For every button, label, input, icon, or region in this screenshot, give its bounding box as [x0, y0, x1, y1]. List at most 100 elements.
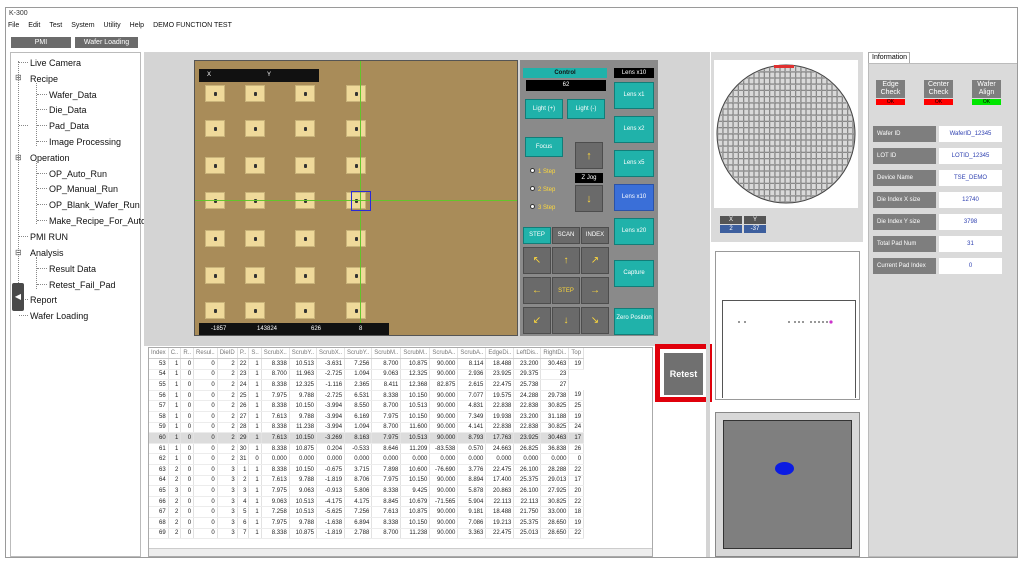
tab-information[interactable]: Information [868, 52, 910, 63]
step2-radio[interactable]: 2 Step [530, 186, 555, 193]
retest-button[interactable]: Retest [664, 353, 703, 395]
table-row[interactable]: 66 2 0 0 3 4 1 9.063 10.513 -4.175 4.175 8.845 10.67… [149, 496, 585, 508]
tree-item-image-processing[interactable]: Image Processing [49, 137, 121, 147]
table-row[interactable]: 67 2 0 0 3 5 1 7.258 10.513 -5.625 7.256 7.613 10.87… [149, 506, 585, 518]
column-header[interactable]: ScrubM.. [371, 348, 402, 360]
lens-x2-button[interactable]: Lens x2 [614, 116, 654, 143]
jog-down-button[interactable]: ↓ [552, 307, 580, 334]
tree-item-wafer-loading[interactable]: Wafer Loading [30, 311, 88, 321]
table-row[interactable]: 62 1 0 0 2 31 0 0.000 0.000 0.000 0.000 0.000 0.000 0… [149, 453, 585, 466]
column-header[interactable]: Resul.. [193, 348, 218, 360]
tree-item-retest-fail-pad[interactable]: Retest_Fail_Pad [49, 280, 116, 290]
tree-item-die-data[interactable]: Die_Data [49, 105, 87, 115]
table-row[interactable]: 60 1 0 0 2 29 1 7.613 10.150 -3.269 8.163 7.975 10.5… [149, 432, 585, 444]
jog-left-button[interactable]: ← [523, 277, 551, 304]
tree-item-result-data[interactable]: Result Data [49, 264, 96, 274]
light-plus-button[interactable]: Light (+) [525, 99, 563, 119]
index-mode-button[interactable]: INDEX [581, 227, 609, 244]
menu-file[interactable]: File [8, 22, 19, 29]
column-header[interactable]: P.. [237, 348, 250, 360]
column-header[interactable]: ScrubM.. [400, 348, 431, 360]
collapse-icon[interactable]: ⊟ [15, 248, 22, 257]
tree-item-report[interactable]: Report [30, 295, 57, 305]
z-up-button[interactable]: ↑ [575, 142, 603, 169]
column-header[interactable]: S.. [248, 348, 262, 360]
z-down-button[interactable]: ↓ [575, 185, 603, 212]
column-header[interactable]: Index [149, 348, 169, 360]
tree-item-op-auto-run[interactable]: OP_Auto_Run [49, 169, 107, 179]
jog-up-right-button[interactable]: ↗ [581, 247, 609, 274]
table-row[interactable]: 63 2 0 0 3 1 1 8.338 10.150 -0.675 3.715 7.898 10.60… [149, 464, 585, 476]
column-header[interactable]: ScrubY.. [344, 348, 373, 360]
scan-mode-button[interactable]: SCAN [552, 227, 580, 244]
tree-item-operation[interactable]: Operation [30, 153, 70, 163]
table-row[interactable]: 56 1 0 0 2 25 1 7.975 9.788 -2.725 6.531 8.338 10.15… [149, 390, 585, 402]
column-header[interactable]: ScrubA.. [429, 348, 459, 360]
column-header[interactable]: ScrubX.. [261, 348, 290, 360]
table-row[interactable]: 59 1 0 0 2 28 1 8.338 11.238 -3.994 1.094 8.700 11.6… [149, 422, 585, 434]
table-row[interactable]: 54 1 0 0 2 23 1 8.700 11.963 -2.725 1.094 9.063 12.3… [149, 369, 584, 381]
wafer-loading-button[interactable]: Wafer Loading [75, 37, 138, 48]
column-header[interactable]: Top [568, 348, 585, 360]
column-header[interactable]: R.. [180, 348, 195, 360]
jog-up-left-button[interactable]: ↖ [523, 247, 551, 274]
column-header[interactable]: ScrubA.. [457, 348, 487, 360]
lens-x10-button[interactable]: Lens x10 [614, 184, 654, 211]
tree-item-op-manual-run[interactable]: OP_Manual_Run [49, 184, 118, 194]
menu-system[interactable]: System [71, 22, 94, 29]
zero-position-button[interactable]: Zero Position [614, 308, 654, 335]
jog-down-right-button[interactable]: ↘ [581, 307, 609, 334]
tree-item-recipe[interactable]: Recipe [30, 74, 58, 84]
tree-item-pmi-run[interactable]: PMI RUN [30, 232, 68, 242]
result-data-grid[interactable]: Index C.. R.. Resul.. DieID P.. S.. ScrubX.. Scr… [148, 347, 653, 557]
pmi-button[interactable]: PMI [11, 37, 71, 48]
table-row[interactable]: 65 3 0 0 3 3 1 7.975 9.063 -0.913 5.806 8.338 9.425 9… [149, 485, 585, 497]
jog-right-button[interactable]: → [581, 277, 609, 304]
table-row[interactable]: 69 2 0 0 3 7 1 8.338 10.875 -1.819 2.788 8.700 11.23… [149, 528, 585, 540]
column-header[interactable]: ScrubX.. [316, 348, 346, 360]
tree-item-live-camera[interactable]: Live Camera [30, 58, 81, 68]
focus-button[interactable]: Focus [525, 137, 563, 157]
tree-item-op-blank-wafer-run[interactable]: OP_Blank_Wafer_Run [49, 200, 140, 210]
table-row[interactable]: 57 1 0 0 2 26 1 8.338 10.150 -3.994 8.550 8.700 10.5… [149, 400, 585, 413]
step3-radio[interactable]: 3 Step [530, 204, 555, 211]
tree-item-pad-data[interactable]: Pad_Data [49, 121, 89, 131]
wafer-map[interactable] [714, 60, 858, 208]
lens-x5-button[interactable]: Lens x5 [614, 150, 654, 177]
column-header[interactable]: RightDi.. [540, 348, 570, 360]
column-header[interactable]: LeftDis.. [513, 348, 542, 360]
column-header[interactable]: DieID [217, 348, 238, 360]
collapse-panel-button[interactable]: ◀ [12, 283, 24, 311]
menu-demo-function-test[interactable]: DEMO FUNCTION TEST [153, 22, 232, 29]
horizontal-scrollbar[interactable] [149, 548, 652, 556]
column-header[interactable]: C.. [168, 348, 182, 360]
capture-button[interactable]: Capture [614, 260, 654, 287]
step-mode-button[interactable]: STEP [523, 227, 551, 244]
table-row[interactable]: 68 2 0 0 3 6 1 7.975 9.788 -1.638 6.894 8.338 10.150… [149, 517, 585, 529]
column-header[interactable]: EdgeDi.. [485, 348, 515, 360]
table-row[interactable]: 55 1 0 0 2 24 1 8.338 12.325 -1.116 2.365 8.411 12.3… [149, 379, 584, 391]
table-row[interactable]: 58 1 0 0 2 27 1 7.613 9.788 -3.994 6.169 7.975 10.15… [149, 411, 585, 423]
table-row[interactable]: 61 1 0 0 2 30 1 8.338 10.875 0.204 -0.533 8.646 11.2… [149, 443, 585, 455]
jog-down-left-button[interactable]: ↙ [523, 307, 551, 334]
column-header[interactable]: ScrubY.. [289, 348, 318, 360]
table-row[interactable]: 53 1 0 0 2 22 1 8.338 10.513 -3.631 7.256 8.700 10.8… [149, 358, 585, 370]
menu-help[interactable]: Help [130, 22, 144, 29]
menu-utility[interactable]: Utility [104, 22, 121, 29]
lens-x20-button[interactable]: Lens x20 [614, 218, 654, 245]
collapse-icon[interactable]: ⊟ [15, 153, 22, 162]
tree-item-wafer-data[interactable]: Wafer_Data [49, 90, 97, 100]
step1-radio[interactable]: 1 Step [530, 168, 555, 175]
lens-x1-button[interactable]: Lens x1 [614, 82, 654, 109]
light-minus-button[interactable]: Light (-) [567, 99, 605, 119]
collapse-icon[interactable]: ⊟ [15, 73, 22, 82]
wafer-die [837, 146, 843, 153]
table-row[interactable]: 64 2 0 0 3 2 1 7.613 9.788 -1.819 8.706 7.975 10.150… [149, 475, 585, 487]
jog-up-button[interactable]: ↑ [552, 247, 580, 274]
menu-test[interactable]: Test [49, 22, 62, 29]
tree-item-make-recipe-for-auto[interactable]: Make_Recipe_For_Auto [49, 216, 146, 226]
menu-edit[interactable]: Edit [28, 22, 40, 29]
jog-step-button[interactable]: STEP [552, 277, 580, 304]
live-camera-view[interactable]: X Y -1857 143824 626 8 [194, 60, 518, 336]
tree-item-analysis[interactable]: Analysis [30, 248, 64, 258]
